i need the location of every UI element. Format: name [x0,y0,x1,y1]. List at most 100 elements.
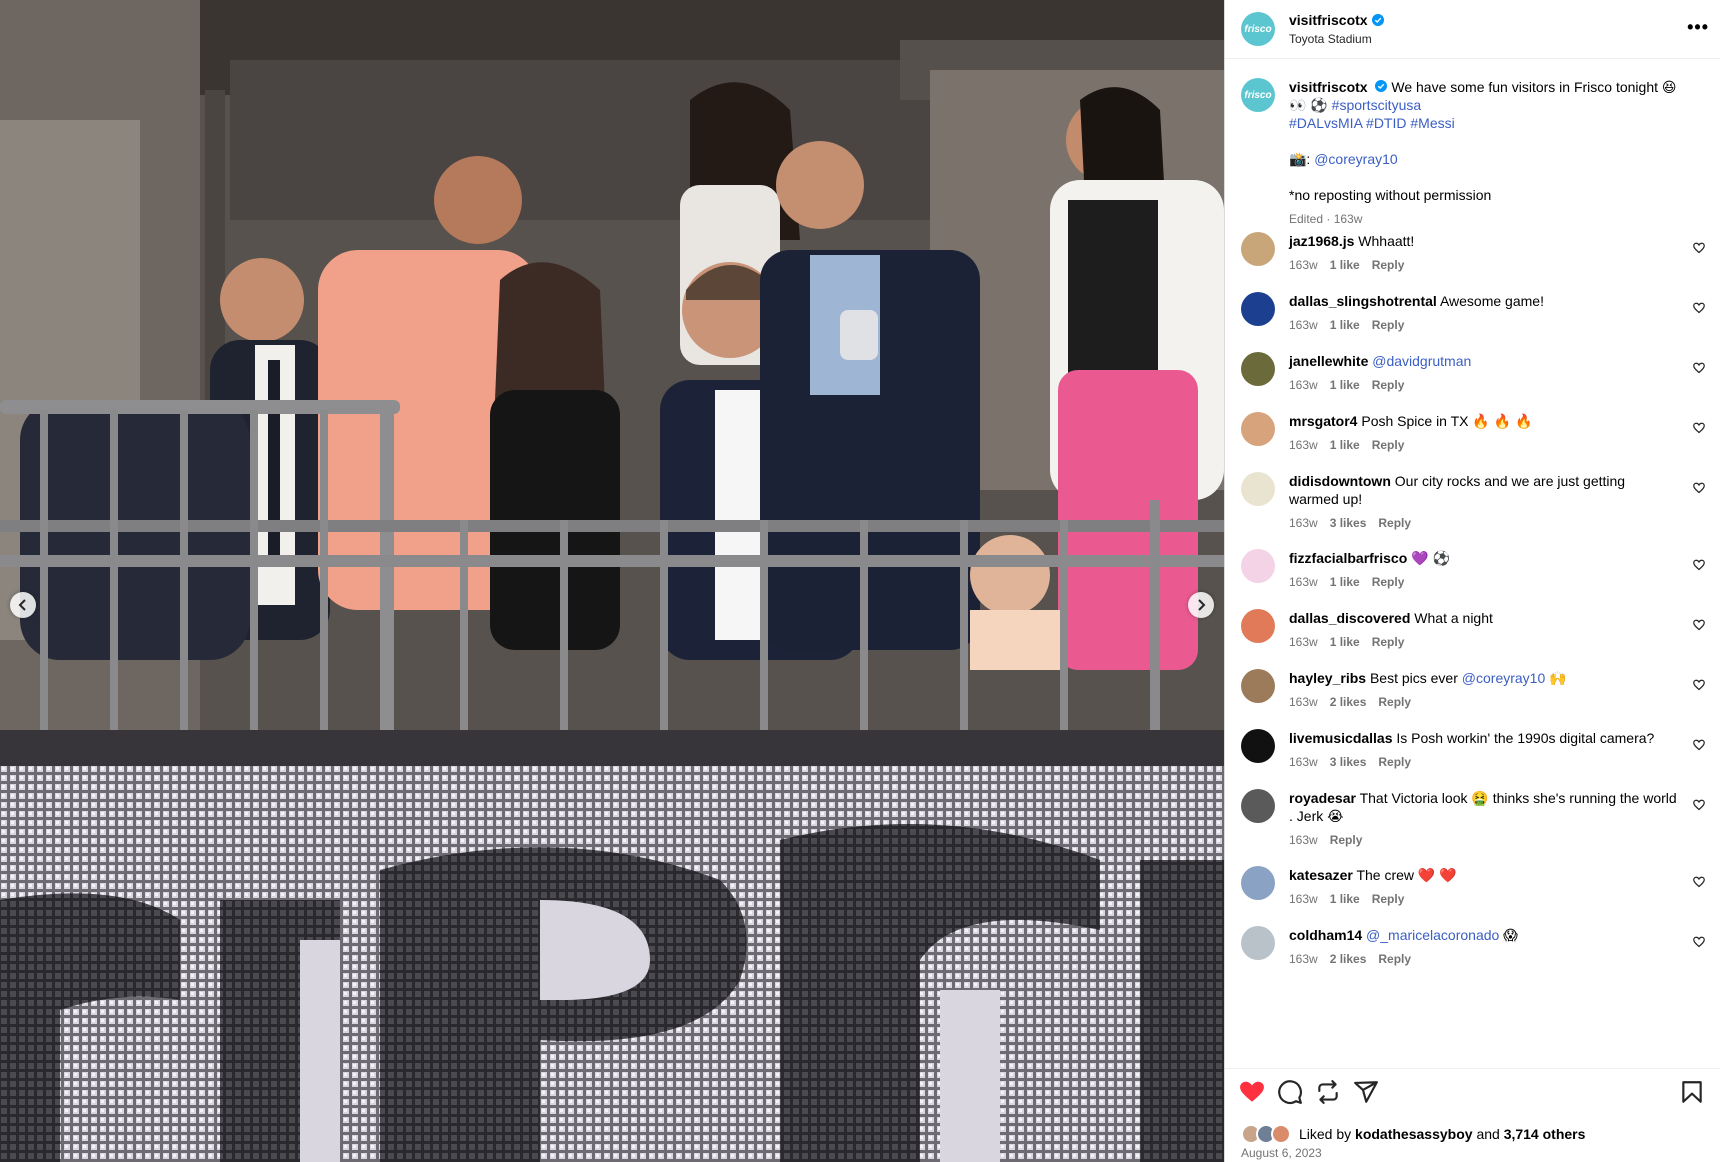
comment-item: katesazer The crew ❤️ ❤️ 163w 1 like Reply [1241,866,1705,906]
comment-likes-count[interactable]: 1 like [1330,438,1360,452]
liked-by-others[interactable]: 3,714 others [1504,1126,1586,1142]
comment-like-heart-icon[interactable] [1693,482,1705,494]
repost-icon[interactable] [1315,1079,1341,1105]
comment-time[interactable]: 163w [1289,318,1318,332]
author-username[interactable]: visitfriscotx [1289,12,1384,28]
comment-icon[interactable] [1277,1079,1303,1105]
comment-likes-count[interactable]: 1 like [1330,378,1360,392]
reply-button[interactable]: Reply [1330,833,1363,847]
reply-button[interactable]: Reply [1372,258,1405,272]
commenter-username[interactable]: hayley_ribs [1289,670,1366,686]
reply-button[interactable]: Reply [1372,378,1405,392]
reply-button[interactable]: Reply [1372,318,1405,332]
comment-likes-count[interactable]: 1 like [1330,635,1360,649]
commenter-username[interactable]: royadesar [1289,790,1356,806]
commenter-avatar[interactable] [1241,866,1275,900]
share-icon[interactable] [1353,1079,1379,1105]
comment-likes-count[interactable]: 1 like [1330,318,1360,332]
comment-like-heart-icon[interactable] [1693,422,1705,434]
commenter-avatar[interactable] [1241,609,1275,643]
comment-time[interactable]: 163w [1289,952,1318,966]
caption-text: We have some fun visitors in Frisco toni… [1391,79,1677,95]
comment-like-heart-icon[interactable] [1693,362,1705,374]
liked-by-summary[interactable]: Liked by kodathesassyboy and 3,714 other… [1241,1124,1585,1144]
commenter-avatar[interactable] [1241,926,1275,960]
reply-button[interactable]: Reply [1372,892,1405,906]
comment-like-heart-icon[interactable] [1693,242,1705,254]
comment-like-heart-icon[interactable] [1693,559,1705,571]
commenter-username[interactable]: janellewhite [1289,353,1368,369]
commenter-avatar[interactable] [1241,549,1275,583]
author-avatar[interactable]: frisco [1241,12,1275,46]
comment-item: janellewhite @davidgrutman 163w 1 like Rep… [1241,352,1705,392]
comment-likes-count[interactable]: 3 likes [1330,516,1367,530]
comment-like-heart-icon[interactable] [1693,876,1705,888]
comment-time[interactable]: 163w [1289,258,1318,272]
previous-slide-button[interactable] [10,592,36,618]
commenter-avatar[interactable] [1241,232,1275,266]
reply-button[interactable]: Reply [1378,755,1411,769]
comment-time[interactable]: 163w [1289,575,1318,589]
like-heart-icon[interactable] [1239,1079,1265,1105]
caption-emoji: 👀 ⚽ [1289,97,1328,113]
commenter-avatar[interactable] [1241,352,1275,386]
comment-like-heart-icon[interactable] [1693,936,1705,948]
commenter-username[interactable]: coldham14 [1289,927,1362,943]
commenter-avatar[interactable] [1241,789,1275,823]
comment-like-heart-icon[interactable] [1693,619,1705,631]
comment-likes-count[interactable]: 1 like [1330,575,1360,589]
reply-button[interactable]: Reply [1372,635,1405,649]
comment-likes-count[interactable]: 2 likes [1330,952,1367,966]
comment-time[interactable]: 163w [1289,833,1318,847]
comment-time[interactable]: 163w [1289,438,1318,452]
commenter-username[interactable]: dallas_slingshotrental [1289,293,1437,309]
comment-like-heart-icon[interactable] [1693,302,1705,314]
comment-time[interactable]: 163w [1289,516,1318,530]
mention-link[interactable]: @coreyray10 [1314,151,1397,167]
commenter-username[interactable]: didisdowntown [1289,473,1391,489]
comment-likes-count[interactable]: 3 likes [1330,755,1367,769]
comment-likes-count[interactable]: 1 like [1330,258,1360,272]
more-options-button[interactable]: ••• [1687,18,1709,36]
reply-button[interactable]: Reply [1378,695,1411,709]
mention-link[interactable]: @_maricelacoronado [1366,927,1499,943]
mention-link[interactable]: @davidgrutman [1372,353,1471,369]
hashtag-link[interactable]: #DALvsMIA [1289,115,1362,131]
comment-like-heart-icon[interactable] [1693,799,1705,811]
comment-likes-count[interactable]: 1 like [1330,892,1360,906]
liked-by-user[interactable]: kodathesassyboy [1355,1126,1473,1142]
comment-time[interactable]: 163w [1289,635,1318,649]
commenter-avatar[interactable] [1241,669,1275,703]
reply-button[interactable]: Reply [1378,952,1411,966]
commenter-avatar[interactable] [1241,729,1275,763]
caption-username[interactable]: visitfriscotx [1289,79,1368,95]
commenter-avatar[interactable] [1241,412,1275,446]
hashtag-link[interactable]: #DTID [1366,115,1406,131]
commenter-username[interactable]: dallas_discovered [1289,610,1410,626]
reply-button[interactable]: Reply [1372,575,1405,589]
caption-author-avatar[interactable]: frisco [1241,78,1275,112]
reply-button[interactable]: Reply [1378,516,1411,530]
hashtag-link[interactable]: #Messi [1410,115,1454,131]
commenter-avatar[interactable] [1241,472,1275,506]
commenter-username[interactable]: katesazer [1289,867,1353,883]
comments-list[interactable]: frisco visitfriscotx We have some fun vi… [1225,60,1720,1068]
commenter-avatar[interactable] [1241,292,1275,326]
commenter-username[interactable]: mrsgator4 [1289,413,1357,429]
comment-like-heart-icon[interactable] [1693,739,1705,751]
commenter-username[interactable]: livemusicdallas [1289,730,1393,746]
save-bookmark-icon[interactable] [1679,1079,1705,1105]
post-location[interactable]: Toyota Stadium [1289,32,1372,46]
next-slide-button[interactable] [1188,592,1214,618]
comment-time[interactable]: 163w [1289,755,1318,769]
comment-time[interactable]: 163w [1289,378,1318,392]
hashtag-link[interactable]: #sportscityusa [1332,97,1421,113]
comment-time[interactable]: 163w [1289,695,1318,709]
comment-likes-count[interactable]: 2 likes [1330,695,1367,709]
comment-time[interactable]: 163w [1289,892,1318,906]
mention-link[interactable]: @coreyray10 [1462,670,1545,686]
reply-button[interactable]: Reply [1372,438,1405,452]
commenter-username[interactable]: fizzfacialbarfrisco [1289,550,1407,566]
comment-like-heart-icon[interactable] [1693,679,1705,691]
commenter-username[interactable]: jaz1968.js [1289,233,1354,249]
